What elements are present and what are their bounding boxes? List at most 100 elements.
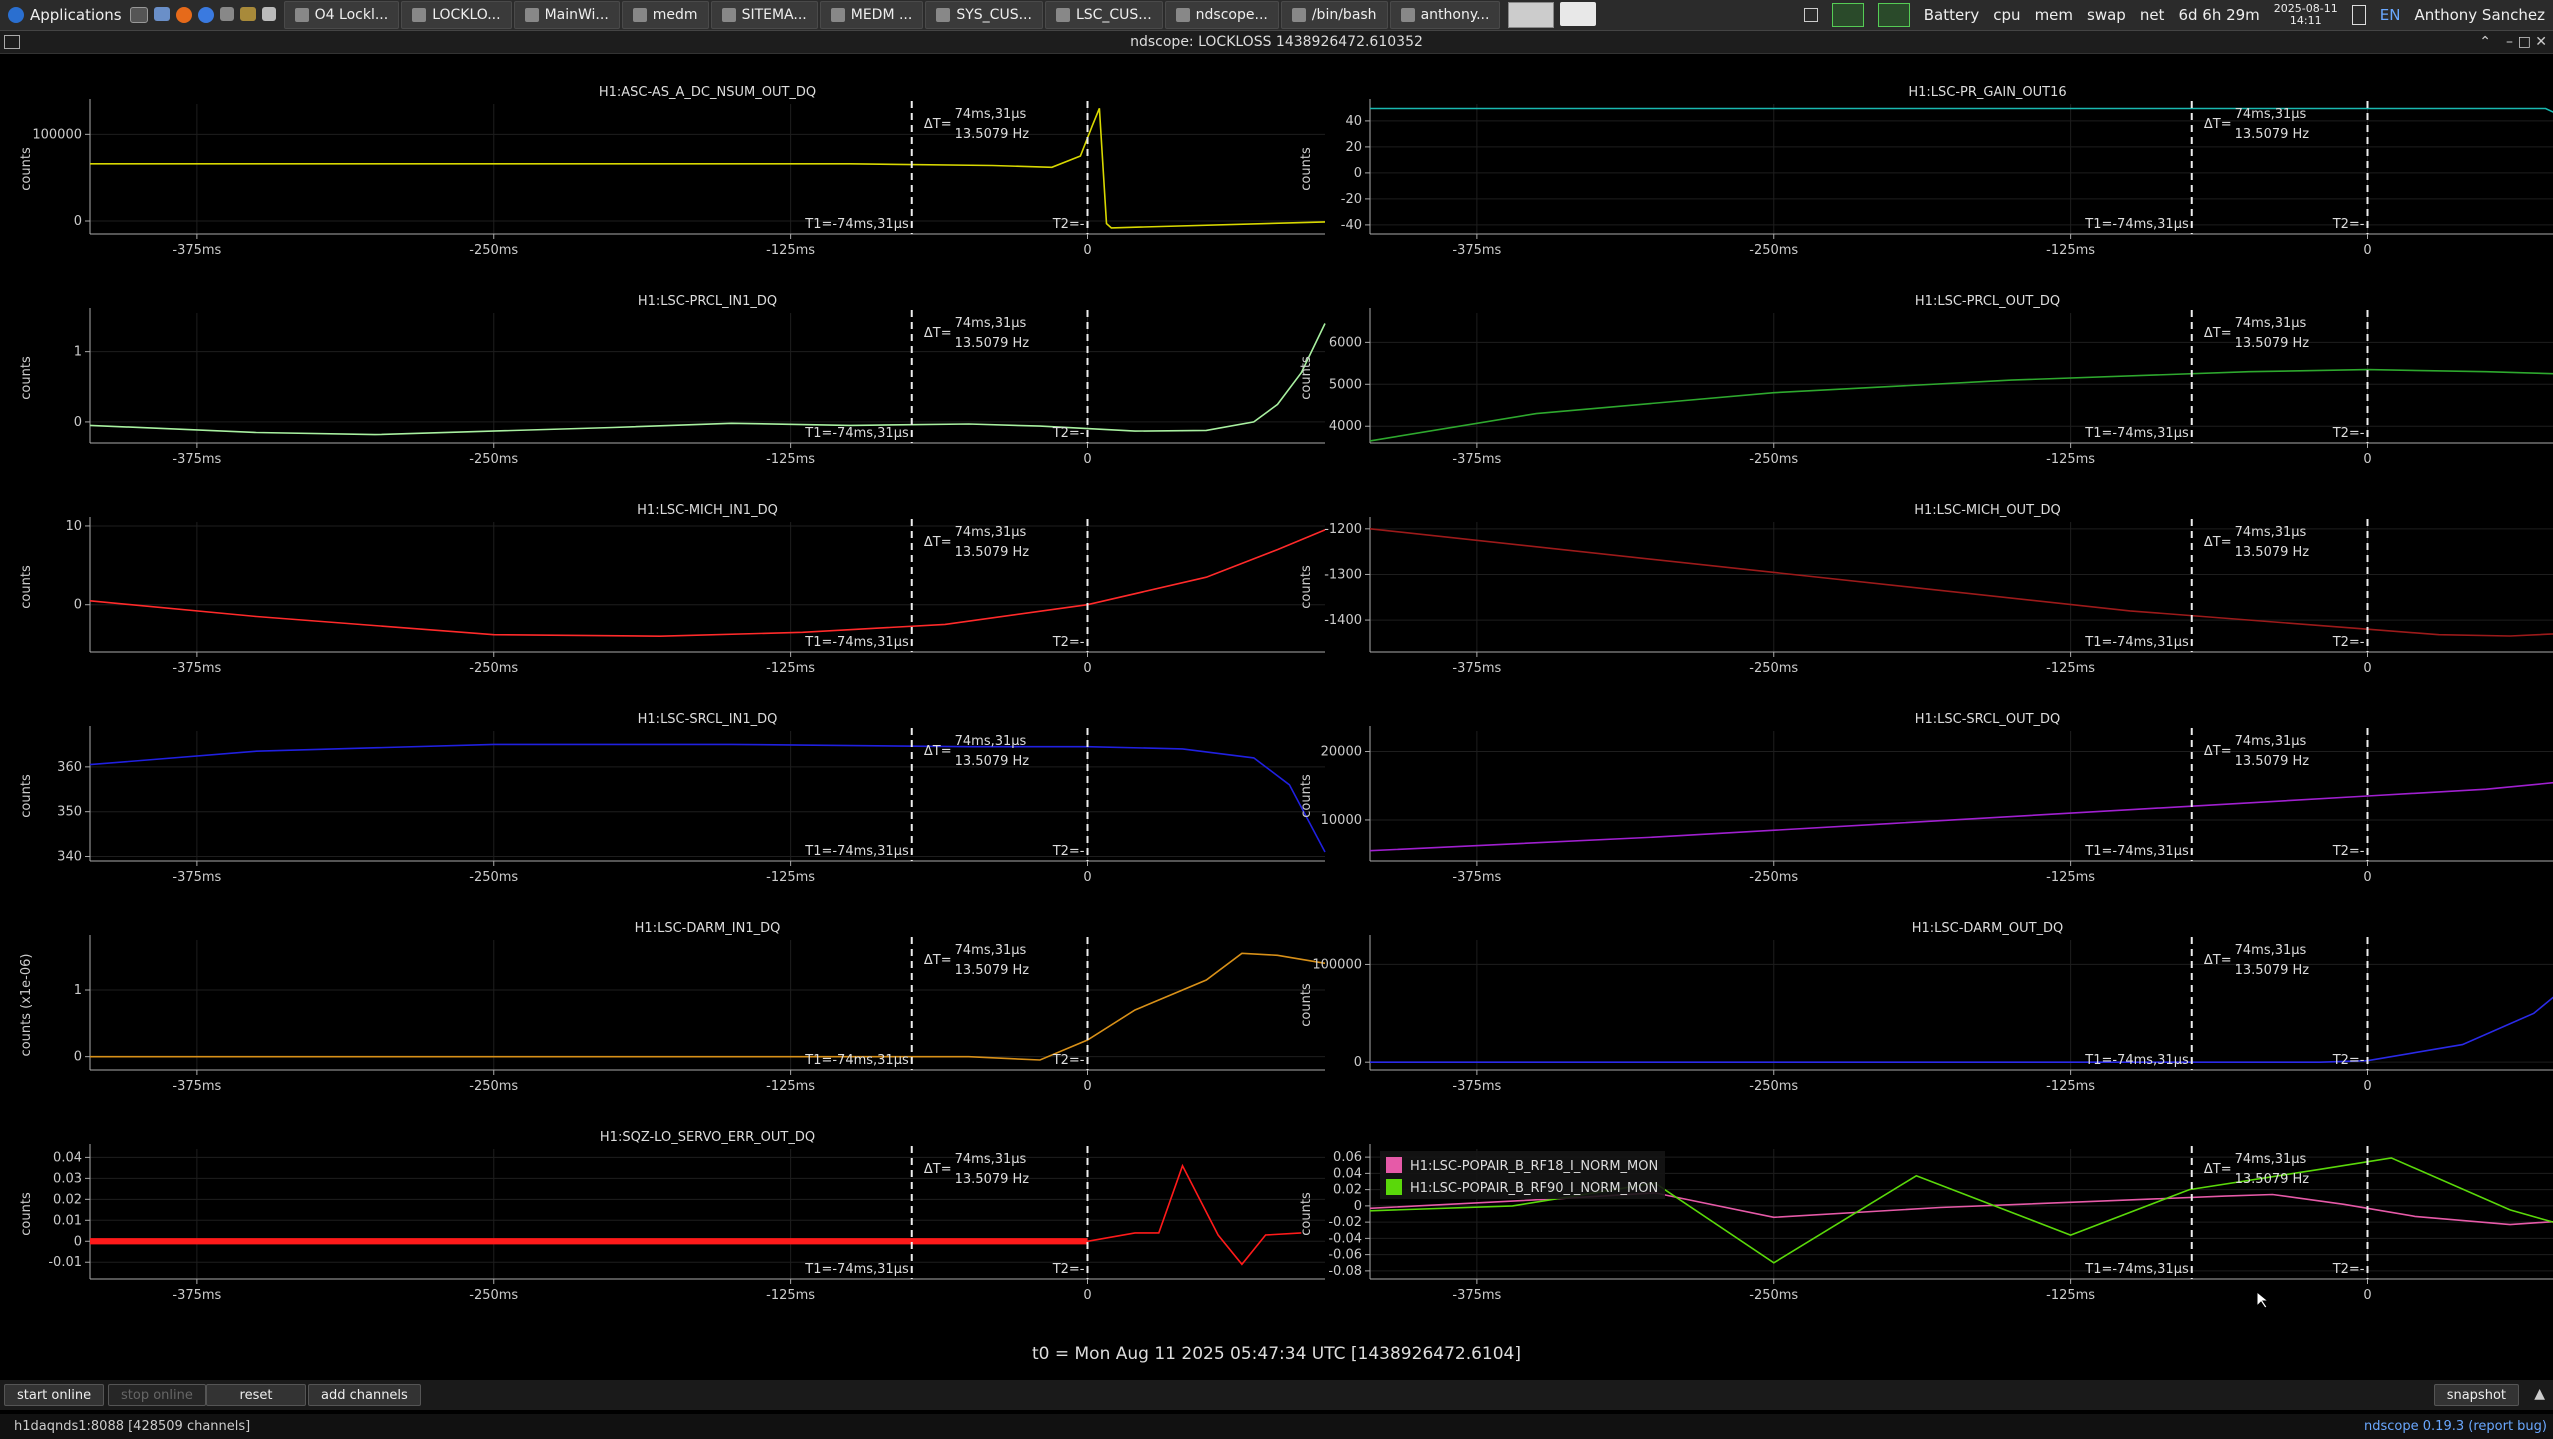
- indicator-cpu[interactable]: cpu: [1993, 6, 2020, 24]
- task-label: /bin/bash: [1311, 7, 1377, 23]
- indicator-net[interactable]: net: [2140, 6, 2165, 24]
- delta-t-label: ΔT=: [2204, 117, 2232, 132]
- user-menu[interactable]: Anthony Sanchez: [2414, 6, 2545, 24]
- status-bar: h1daqnds1:8088 [428509 channels] ndscope…: [0, 1414, 2553, 1439]
- delta-t-value: 74ms,31μs: [955, 1152, 1027, 1167]
- taskbar-task[interactable]: LSC_CUS...: [1044, 1, 1163, 29]
- plot-panel[interactable]: H1:LSC-DARM_IN1_DQcounts (x1e-06) -375ms -…: [19, 921, 1326, 1094]
- plot-panel[interactable]: H1:LSC-MICH_OUT_DQcounts -375ms -250ms -125…: [1299, 503, 2553, 676]
- y-axis-label: counts: [19, 774, 34, 818]
- taskbar-task[interactable]: ndscope...: [1164, 1, 1279, 29]
- lang-indicator[interactable]: EN: [2380, 6, 2401, 24]
- plot-panel[interactable]: H1:LSC-SRCL_IN1_DQcounts -375ms -250ms -125…: [19, 712, 1326, 885]
- y-tick-label: 0.03: [53, 1171, 82, 1186]
- delta-t-label: ΔT=: [924, 1162, 952, 1177]
- taskbar-task[interactable]: anthony...: [1389, 1, 1501, 29]
- x-tick-label: -375ms: [172, 1079, 221, 1094]
- y-tick-label: 0: [74, 1050, 82, 1065]
- taskbar-task[interactable]: SITEMA...: [710, 1, 818, 29]
- display-icon[interactable]: [1831, 3, 1864, 27]
- x-tick-label: -125ms: [766, 1079, 815, 1094]
- series-line: [1370, 107, 2553, 113]
- snapshot-button[interactable]: snapshot: [2433, 1384, 2519, 1406]
- window-icon: [936, 8, 951, 22]
- t1-label: T1=-74ms,31μs: [2084, 426, 2189, 441]
- taskbar-task[interactable]: medm: [621, 1, 709, 29]
- x-tick-label: 0: [1083, 1079, 1091, 1094]
- chrome-launcher-icon[interactable]: [197, 7, 214, 23]
- share-launcher-icon[interactable]: [219, 7, 234, 21]
- close-button[interactable]: ✕: [2535, 31, 2547, 53]
- editor-launcher-icon[interactable]: [261, 7, 276, 21]
- delta-f-value: 13.5079 Hz: [955, 754, 1030, 769]
- plot-panel[interactable]: H1:LSC-DARM_OUT_DQcounts -375ms -250ms -125…: [1299, 921, 2553, 1094]
- workspace-2[interactable]: [1560, 2, 1597, 26]
- firefox-launcher-icon[interactable]: [175, 7, 192, 23]
- x-tick-label: -375ms: [1452, 1288, 1501, 1303]
- collapse-icon[interactable]: ▲: [2534, 1386, 2545, 1402]
- x-tick-label: 0: [1083, 1288, 1091, 1303]
- noise-band: [90, 1238, 1088, 1245]
- plot-panel[interactable]: counts -375ms -250ms -125ms 0 -0.08-0.06 -0.04…: [1299, 1144, 2553, 1303]
- add-channels-button[interactable]: add channels: [308, 1384, 421, 1406]
- taskbar-task[interactable]: MainWi...: [513, 1, 620, 29]
- start-online-button[interactable]: start online: [4, 1384, 105, 1406]
- plot-panel[interactable]: H1:LSC-PR_GAIN_OUT16counts -375ms -250ms -1…: [1299, 85, 2553, 258]
- indicator-swap[interactable]: swap: [2087, 6, 2126, 24]
- delta-t-value: 74ms,31μs: [955, 943, 1027, 958]
- x-tick-label: -125ms: [2046, 870, 2095, 885]
- delta-t-label: ΔT=: [2204, 953, 2232, 968]
- notification-icon[interactable]: [1803, 8, 1818, 22]
- taskbar-task[interactable]: LOCKLO...: [401, 1, 512, 29]
- y-tick-label: 340: [57, 850, 82, 865]
- reset-button[interactable]: reset: [206, 1384, 306, 1406]
- legend-swatch: [1386, 1157, 1402, 1173]
- taskbar-task[interactable]: MEDM ...: [819, 1, 924, 29]
- x-tick-label: -375ms: [172, 661, 221, 676]
- delta-f-value: 13.5079 Hz: [2235, 336, 2310, 351]
- taskbar-task[interactable]: SYS_CUS...: [925, 1, 1043, 29]
- tools-launcher-icon[interactable]: [239, 7, 256, 21]
- display-icon-2[interactable]: [1877, 3, 1910, 27]
- power-icon[interactable]: [2351, 5, 2366, 25]
- stop-online-button[interactable]: stop online: [108, 1384, 206, 1406]
- version-link[interactable]: ndscope 0.19.3: [2364, 1419, 2464, 1434]
- x-tick-label: -375ms: [172, 243, 221, 258]
- terminal-launcher-icon[interactable]: [129, 7, 148, 23]
- plot-panel[interactable]: H1:LSC-PRCL_OUT_DQcounts -375ms -250ms -125…: [1299, 294, 2553, 467]
- plot-title: H1:LSC-MICH_IN1_DQ: [637, 503, 778, 518]
- indicator-mem[interactable]: mem: [2035, 6, 2073, 24]
- plot-panel[interactable]: H1:LSC-SRCL_OUT_DQcounts -375ms -250ms -125…: [1299, 712, 2553, 885]
- plot-panel[interactable]: H1:LSC-MICH_IN1_DQcounts -375ms -250ms -125…: [19, 503, 1326, 676]
- files-launcher-icon[interactable]: [153, 7, 170, 21]
- t1-label: T1=-74ms,31μs: [2084, 844, 2189, 859]
- workspace-1[interactable]: [1508, 2, 1555, 28]
- plot-panel[interactable]: H1:SQZ-LO_SERVO_ERR_OUT_DQcounts -375ms -2…: [19, 1130, 1325, 1303]
- y-axis-label: counts: [19, 356, 34, 400]
- task-list: O4 Lockl... LOCKLO... MainWi... medm SITEMA.…: [283, 1, 1503, 29]
- minimize-button[interactable]: –: [2506, 31, 2513, 53]
- delta-t-value: 74ms,31μs: [955, 316, 1027, 331]
- x-tick-label: -250ms: [469, 870, 518, 885]
- maximize-button[interactable]: □: [2518, 31, 2531, 53]
- window-up-icon[interactable]: ⌃: [2479, 31, 2491, 53]
- x-tick-label: -250ms: [469, 243, 518, 258]
- launchers: [129, 7, 276, 23]
- taskbar-task[interactable]: O4 Lockl...: [283, 1, 400, 29]
- y-tick-label: 20: [1345, 140, 1362, 155]
- applications-menu[interactable]: Applications: [0, 0, 130, 30]
- y-tick-label: 0: [74, 1234, 82, 1249]
- taskbar-task[interactable]: /bin/bash: [1280, 1, 1388, 29]
- plot-title: H1:LSC-MICH_OUT_DQ: [1914, 503, 2061, 518]
- task-label: LSC_CUS...: [1075, 7, 1152, 23]
- window-menu-icon[interactable]: [4, 35, 20, 49]
- clock[interactable]: 2025-08-11 14:11: [2274, 3, 2338, 27]
- plot-panel[interactable]: H1:ASC-AS_A_DC_NSUM_OUT_DQcounts -375ms -2…: [19, 85, 1326, 258]
- delta-t-label: ΔT=: [924, 117, 952, 132]
- plot-panel[interactable]: H1:LSC-PRCL_IN1_DQcounts -375ms -250ms -125…: [19, 294, 1326, 467]
- x-tick-label: -250ms: [1749, 1288, 1798, 1303]
- delta-f-value: 13.5079 Hz: [955, 545, 1030, 560]
- indicator-battery[interactable]: Battery: [1924, 6, 1980, 24]
- report-bug-link[interactable]: (report bug): [2468, 1419, 2547, 1434]
- window-icon: [721, 8, 736, 22]
